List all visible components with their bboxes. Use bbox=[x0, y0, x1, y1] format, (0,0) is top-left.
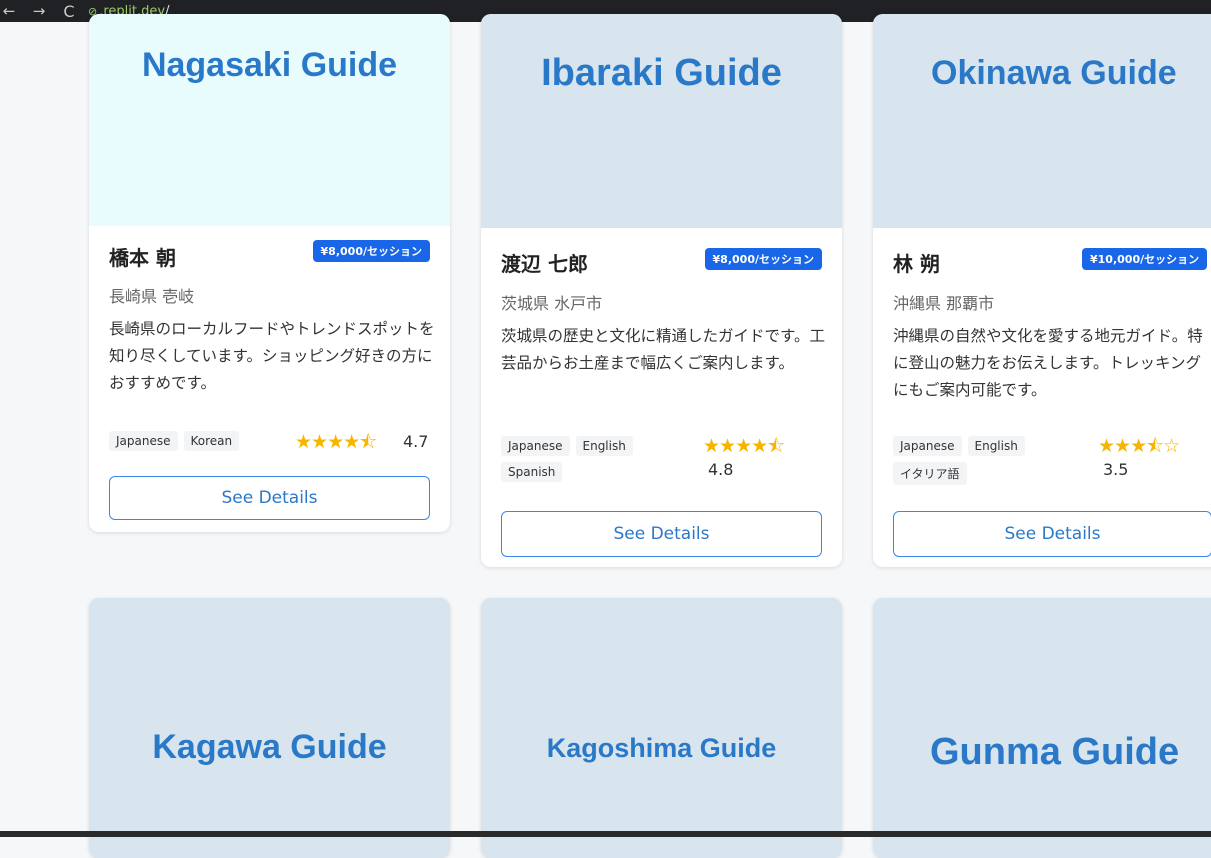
guide-banner: Kagawa Guide bbox=[89, 598, 450, 858]
guide-card: Kagawa Guide bbox=[89, 598, 450, 858]
guide-banner: Kagoshima Guide bbox=[481, 598, 842, 858]
rating-value: 4.7 bbox=[403, 432, 429, 451]
rating-value: 3.5 bbox=[1103, 460, 1129, 479]
forward-arrow-icon[interactable]: → bbox=[30, 2, 48, 20]
language-tag: イタリア語 bbox=[893, 462, 967, 485]
guide-banner-title: Okinawa Guide bbox=[931, 54, 1177, 92]
guide-banner-title: Gunma Guide bbox=[930, 731, 1180, 773]
guide-banner: Gunma Guide bbox=[873, 598, 1211, 858]
see-details-button[interactable]: See Details bbox=[501, 511, 822, 557]
language-tag: Korean bbox=[183, 431, 240, 451]
language-tags: Japanese English Spanish bbox=[501, 436, 691, 482]
back-arrow-icon[interactable]: ← bbox=[0, 2, 18, 20]
window-bottom-edge bbox=[0, 831, 1211, 837]
language-tag: English bbox=[967, 436, 1025, 456]
language-tag: Spanish bbox=[501, 462, 563, 482]
guide-description: 沖縄県の自然や文化を愛する地元ガイド。特に登山の魅力をお伝えします。トレッキング… bbox=[893, 327, 1203, 399]
language-tag: English bbox=[575, 436, 633, 456]
guide-card: Kagoshima Guide bbox=[481, 598, 842, 858]
reload-icon[interactable]: C bbox=[60, 2, 78, 21]
guide-description: 茨城県の歴史と文化に精通したガイドです。工芸品からお土産まで幅広くご案内します。 bbox=[501, 327, 825, 372]
guide-description: 長崎県のローカルフードやトレンドスポットを知り尽くしています。ショッピング好きの… bbox=[109, 320, 435, 392]
guide-card: Ibaraki Guide 渡辺 七郎 ¥8,000/セッション 茨城県 水戸市… bbox=[481, 14, 842, 567]
guide-banner-title: Nagasaki Guide bbox=[141, 46, 398, 84]
guide-card: Gunma Guide bbox=[873, 598, 1211, 858]
price-badge: ¥8,000/セッション bbox=[312, 240, 430, 262]
guide-banner: Ibaraki Guide bbox=[481, 14, 842, 228]
see-details-button[interactable]: See Details bbox=[109, 476, 430, 520]
rating-value: 4.8 bbox=[708, 460, 734, 479]
guide-name: 林 朔 bbox=[893, 252, 940, 276]
guide-name: 橋本 朝 bbox=[109, 246, 176, 270]
guide-banner: Okinawa Guide bbox=[873, 14, 1211, 228]
guide-card: Nagasaki Guide 橋本 朝 ¥8,000/セッション 長崎県 壱岐 … bbox=[89, 14, 450, 532]
language-tags: Japanese English イタリア語 bbox=[893, 436, 1073, 485]
guide-banner-title: Ibaraki Guide bbox=[541, 52, 782, 94]
rating-stars-icon: ★★★★⯪ bbox=[295, 431, 377, 453]
price-badge: ¥8,000/セッション bbox=[704, 248, 822, 270]
price-badge: ¥10,000/セッション bbox=[1082, 248, 1208, 270]
language-tag: Japanese bbox=[109, 431, 178, 451]
guide-location: 沖縄県 那覇市 bbox=[893, 294, 995, 313]
language-tag: Japanese bbox=[893, 436, 962, 456]
guide-banner: Nagasaki Guide bbox=[89, 14, 450, 226]
guide-card: Okinawa Guide 林 朔 ¥10,000/セッション 沖縄県 那覇市 … bbox=[873, 14, 1211, 567]
language-tag: Japanese bbox=[501, 436, 570, 456]
guide-location: 長崎県 壱岐 bbox=[109, 287, 195, 306]
guide-name: 渡辺 七郎 bbox=[501, 252, 588, 276]
see-details-button[interactable]: See Details bbox=[893, 511, 1211, 557]
guide-banner-title: Kagawa Guide bbox=[152, 728, 387, 766]
guide-banner-title: Kagoshima Guide bbox=[546, 733, 777, 763]
language-tags: Japanese Korean bbox=[109, 431, 309, 451]
guide-location: 茨城県 水戸市 bbox=[501, 294, 603, 313]
